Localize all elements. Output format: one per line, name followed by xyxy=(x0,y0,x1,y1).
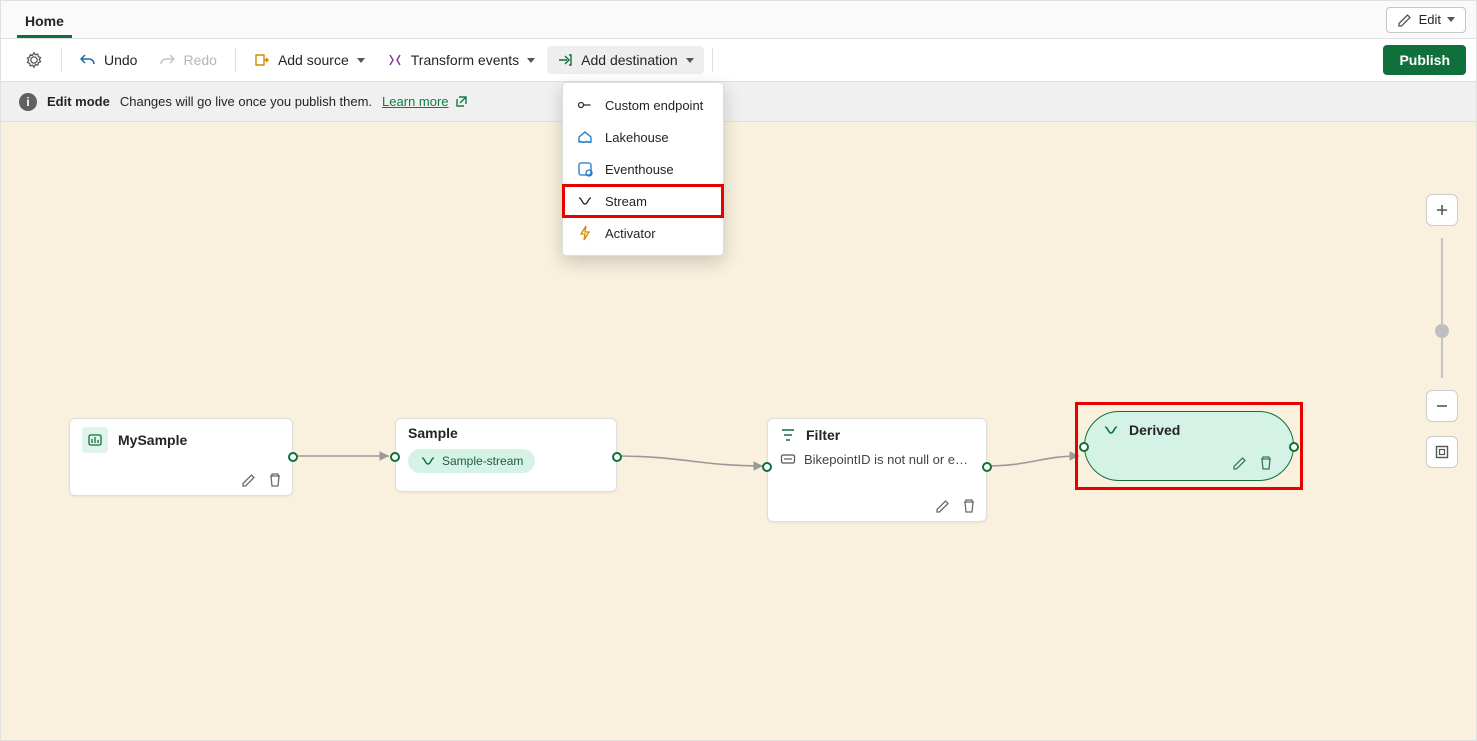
port-in[interactable] xyxy=(1079,442,1089,452)
menu-item-activator[interactable]: Activator xyxy=(563,217,723,249)
stream-icon xyxy=(1103,422,1119,438)
node-delete-button[interactable] xyxy=(960,497,978,515)
banner-message: Changes will go live once you publish th… xyxy=(120,94,372,109)
node-derived[interactable]: Derived xyxy=(1084,411,1294,481)
node-derived-highlight: Derived xyxy=(1075,402,1303,490)
info-icon: i xyxy=(19,93,37,111)
learn-more-link[interactable]: Learn more xyxy=(382,94,468,110)
pencil-icon xyxy=(241,472,257,488)
menu-item-eventhouse[interactable]: Eventhouse xyxy=(563,153,723,185)
edit-label: Edit xyxy=(1419,12,1441,27)
node-delete-button[interactable] xyxy=(266,471,284,489)
lakehouse-icon xyxy=(577,129,593,145)
chip-label: Sample-stream xyxy=(442,454,523,468)
add-source-icon xyxy=(254,52,270,68)
pencil-icon xyxy=(1232,455,1248,471)
add-source-label: Add source xyxy=(278,52,349,68)
minus-icon xyxy=(1434,398,1450,414)
node-filter[interactable]: Filter BikepointID is not null or e… xyxy=(767,418,987,522)
stream-icon xyxy=(577,193,593,209)
port-out[interactable] xyxy=(288,452,298,462)
eventhouse-icon xyxy=(577,161,593,177)
port-in[interactable] xyxy=(762,462,772,472)
node-title: Derived xyxy=(1129,422,1180,438)
stream-chip: Sample-stream xyxy=(408,449,535,473)
tabstrip: Home Edit xyxy=(0,0,1477,38)
undo-label: Undo xyxy=(104,52,137,68)
trash-icon xyxy=(1258,455,1274,471)
expression-icon xyxy=(780,451,796,467)
transform-events-button[interactable]: Transform events xyxy=(377,46,545,74)
port-out[interactable] xyxy=(982,462,992,472)
zoom-slider[interactable] xyxy=(1441,238,1443,378)
undo-button[interactable]: Undo xyxy=(70,46,147,74)
external-link-icon xyxy=(453,94,469,110)
port-out[interactable] xyxy=(1289,442,1299,452)
flow-canvas[interactable]: MySample Sample Sample-stream xyxy=(0,122,1477,741)
port-in[interactable] xyxy=(390,452,400,462)
learn-more-label: Learn more xyxy=(382,94,448,109)
menu-item-lakehouse[interactable]: Lakehouse xyxy=(563,121,723,153)
redo-icon xyxy=(159,52,175,68)
undo-icon xyxy=(80,52,96,68)
zoom-handle[interactable] xyxy=(1435,324,1449,338)
add-destination-icon xyxy=(557,52,573,68)
chevron-down-icon xyxy=(1447,17,1455,22)
zoom-in-button[interactable] xyxy=(1426,194,1458,226)
node-edit-button[interactable] xyxy=(1231,454,1249,472)
trash-icon xyxy=(961,498,977,514)
node-delete-button[interactable] xyxy=(1257,454,1275,472)
filter-icon xyxy=(780,427,796,443)
chevron-down-icon xyxy=(527,58,535,63)
edit-dropdown[interactable]: Edit xyxy=(1386,7,1466,33)
add-source-button[interactable]: Add source xyxy=(244,46,375,74)
chevron-down-icon xyxy=(357,58,365,63)
add-destination-menu: Custom endpoint Lakehouse Eventhouse Str… xyxy=(562,82,724,256)
zoom-controls xyxy=(1426,194,1458,468)
banner-title: Edit mode xyxy=(47,94,110,109)
menu-item-label: Activator xyxy=(605,226,656,241)
zoom-out-button[interactable] xyxy=(1426,390,1458,422)
menu-item-label: Custom endpoint xyxy=(605,98,703,113)
add-destination-label: Add destination xyxy=(581,52,678,68)
node-source[interactable]: MySample xyxy=(69,418,293,496)
tab-home[interactable]: Home xyxy=(17,5,72,38)
fit-icon xyxy=(1434,444,1450,460)
redo-label: Redo xyxy=(183,52,216,68)
endpoint-icon xyxy=(577,97,593,113)
settings-button[interactable] xyxy=(15,45,53,75)
publish-button[interactable]: Publish xyxy=(1383,45,1466,75)
node-title: Filter xyxy=(806,427,840,443)
edit-mode-banner: i Edit mode Changes will go live once yo… xyxy=(0,82,1477,122)
gear-icon xyxy=(25,51,43,69)
stream-icon xyxy=(420,453,436,469)
plus-icon xyxy=(1434,202,1450,218)
transform-icon xyxy=(387,52,403,68)
add-destination-button[interactable]: Add destination xyxy=(547,46,704,74)
menu-item-label: Stream xyxy=(605,194,647,209)
chevron-down-icon xyxy=(686,58,694,63)
activator-icon xyxy=(577,225,593,241)
transform-label: Transform events xyxy=(411,52,519,68)
filter-expression: BikepointID is not null or e… xyxy=(804,452,968,467)
menu-item-stream[interactable]: Stream xyxy=(563,185,723,217)
node-edit-button[interactable] xyxy=(240,471,258,489)
node-title: Sample xyxy=(408,425,458,441)
zoom-fit-button[interactable] xyxy=(1426,436,1458,468)
redo-button: Redo xyxy=(149,46,226,74)
toolbar: Undo Redo Add source Transform events xyxy=(0,38,1477,82)
node-edit-button[interactable] xyxy=(934,497,952,515)
pencil-icon xyxy=(1397,12,1413,28)
trash-icon xyxy=(267,472,283,488)
menu-item-label: Lakehouse xyxy=(605,130,669,145)
pencil-icon xyxy=(935,498,951,514)
menu-item-label: Eventhouse xyxy=(605,162,674,177)
menu-item-custom-endpoint[interactable]: Custom endpoint xyxy=(563,89,723,121)
node-sample[interactable]: Sample Sample-stream xyxy=(395,418,617,492)
source-icon xyxy=(82,427,108,453)
port-out[interactable] xyxy=(612,452,622,462)
node-title: MySample xyxy=(118,432,187,448)
